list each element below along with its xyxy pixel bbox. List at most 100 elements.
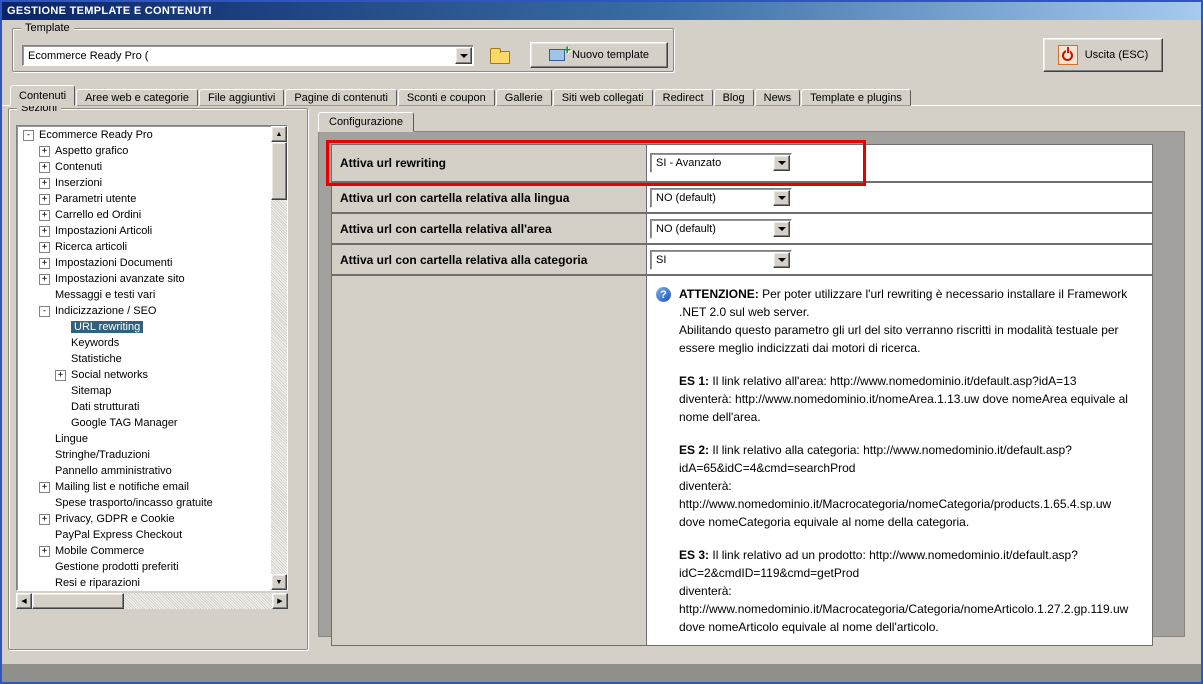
tree-item-social-networks[interactable]: +Social networks (17, 367, 271, 383)
tree-item-label: Spese trasporto/incasso gratuite (55, 497, 213, 509)
tree-item-label: Dati strutturati (71, 401, 139, 413)
tab-contenuti[interactable]: Contenuti (10, 85, 75, 106)
tree-item-spese-trasporto-incasso-gratuite[interactable]: Spese trasporto/incasso gratuite (17, 495, 271, 511)
collapse-icon[interactable]: - (23, 130, 34, 141)
tree-item-pannello-amministrativo[interactable]: Pannello amministrativo (17, 463, 271, 479)
vertical-scroll-thumb[interactable] (271, 142, 287, 200)
scroll-down-icon[interactable]: ▼ (271, 574, 287, 590)
scroll-left-icon[interactable]: ◀ (16, 593, 32, 609)
window-titlebar[interactable]: GESTIONE TEMPLATE E CONTENUTI (2, 2, 1201, 20)
help-row: ? ATTENZIONE: Per poter utilizzare l'url… (332, 276, 1152, 645)
scroll-up-icon[interactable]: ▲ (271, 126, 287, 142)
tree-item-impostazioni-documenti[interactable]: +Impostazioni Documenti (17, 255, 271, 271)
config-row-value-cell: NO (default) (647, 183, 1152, 212)
collapse-icon[interactable]: - (39, 306, 50, 317)
tab-news[interactable]: News (755, 89, 801, 106)
tree-item-label: Stringhe/Traduzioni (55, 449, 150, 461)
new-template-button[interactable]: + Nuovo template (530, 42, 668, 68)
tab-blog[interactable]: Blog (714, 89, 754, 106)
tab-siti-web-collegati[interactable]: Siti web collegati (553, 89, 653, 106)
tree-item-carrello-ed-ordini[interactable]: +Carrello ed Ordini (17, 207, 271, 223)
expand-icon[interactable]: + (39, 546, 50, 557)
config-row-attiva-url-con-cartella-relativa-alla-categoria: Attiva url con cartella relativa alla ca… (332, 245, 1152, 276)
tree-item-google-tag-manager[interactable]: Google TAG Manager (17, 415, 271, 431)
chevron-down-icon[interactable] (455, 47, 472, 64)
tree-item-parametri-utente[interactable]: +Parametri utente (17, 191, 271, 207)
exit-icon (1058, 45, 1078, 65)
expand-icon[interactable]: + (39, 210, 50, 221)
tree-item-ricerca-articoli[interactable]: +Ricerca articoli (17, 239, 271, 255)
dropdown-attiva-url-con-cartella-relativa-all-area[interactable]: NO (default) (650, 219, 792, 239)
tree-item-indicizzazione-seo[interactable]: -Indicizzazione / SEO (17, 303, 271, 319)
tree-item-statistiche[interactable]: Statistiche (17, 351, 271, 367)
tree-vertical-scrollbar[interactable]: ▲ ▼ (271, 126, 287, 590)
tree-item-label: Ecommerce Ready Pro (39, 129, 153, 141)
expand-icon[interactable]: + (39, 258, 50, 269)
expand-icon[interactable]: + (55, 370, 66, 381)
expand-icon[interactable]: + (39, 274, 50, 285)
chevron-down-icon[interactable] (773, 190, 790, 206)
tab-sconti-e-coupon[interactable]: Sconti e coupon (398, 89, 495, 106)
tree-item-resi-e-riparazioni[interactable]: Resi e riparazioni (17, 575, 271, 590)
tab-configurazione[interactable]: Configurazione (318, 112, 414, 132)
tree-item-messaggi-e-testi-vari[interactable]: Messaggi e testi vari (17, 287, 271, 303)
tree-item-dati-strutturati[interactable]: Dati strutturati (17, 399, 271, 415)
template-select[interactable]: Ecommerce Ready Pro ( (22, 45, 474, 66)
vertical-scroll-track[interactable] (271, 142, 287, 574)
tab-redirect[interactable]: Redirect (654, 89, 713, 106)
tab-aree-web-e-categorie[interactable]: Aree web e categorie (76, 89, 198, 106)
scroll-right-icon[interactable]: ▶ (272, 593, 288, 609)
help-paragraph: ES 1: Il link relativo all'area: http://… (679, 372, 1140, 426)
tree-item-contenuti[interactable]: +Contenuti (17, 159, 271, 175)
exit-button[interactable]: Uscita (ESC) (1043, 38, 1163, 72)
tree-item-paypal-express-checkout[interactable]: PayPal Express Checkout (17, 527, 271, 543)
tree-item-mobile-commerce[interactable]: + Mobile Commerce (17, 543, 271, 559)
tab-template-e-plugins[interactable]: Template e plugins (801, 89, 911, 106)
tree-item-inserzioni[interactable]: +Inserzioni (17, 175, 271, 191)
tree-item-label: Lingue (55, 433, 88, 445)
tree-item-label: Google TAG Manager (71, 417, 178, 429)
tree-item-impostazioni-articoli[interactable]: +Impostazioni Articoli (17, 223, 271, 239)
tab-pagine-di-contenuti[interactable]: Pagine di contenuti (285, 89, 397, 106)
tree-item-keywords[interactable]: Keywords (17, 335, 271, 351)
tree-item-aspetto-grafico[interactable]: +Aspetto grafico (17, 143, 271, 159)
tree-item-label: Mailing list e notifiche email (55, 481, 189, 493)
template-group-label: Template (21, 22, 74, 34)
chevron-down-icon[interactable] (773, 252, 790, 268)
tree-item-label: Statistiche (71, 353, 122, 365)
horizontal-scroll-track[interactable] (32, 593, 272, 609)
expand-icon[interactable]: + (39, 178, 50, 189)
chevron-down-icon[interactable] (773, 155, 790, 171)
dropdown-selected-value: NO (default) (651, 192, 772, 204)
expand-icon[interactable]: + (39, 162, 50, 173)
tree-item-stringhe-traduzioni[interactable]: Stringhe/Traduzioni (17, 447, 271, 463)
tab-gallerie[interactable]: Gallerie (496, 89, 552, 106)
tree-item-ecommerce-ready-pro[interactable]: -Ecommerce Ready Pro (17, 127, 271, 143)
tree-item-label: Mobile Commerce (55, 545, 144, 557)
dropdown-attiva-url-con-cartella-relativa-alla-lingua[interactable]: NO (default) (650, 188, 792, 208)
tree-item-gestione-prodotti-preferiti[interactable]: Gestione prodotti preferiti (17, 559, 271, 575)
expand-icon[interactable]: + (39, 194, 50, 205)
expand-icon[interactable]: + (39, 226, 50, 237)
open-template-button[interactable] (486, 42, 514, 68)
tree-item-sitemap[interactable]: Sitemap (17, 383, 271, 399)
folder-icon (490, 51, 510, 64)
tree-horizontal-scrollbar[interactable]: ◀ ▶ (16, 593, 288, 609)
chevron-down-icon[interactable] (773, 221, 790, 237)
config-row-label: Attiva url con cartella relativa all'are… (332, 214, 647, 243)
tab-file-aggiuntivi[interactable]: File aggiuntivi (199, 89, 284, 106)
horizontal-scroll-thumb[interactable] (32, 593, 124, 609)
dropdown-attiva-url-con-cartella-relativa-alla-categoria[interactable]: SI (650, 250, 792, 270)
dropdown-attiva-url-rewriting[interactable]: SI - Avanzato (650, 153, 792, 173)
expand-icon[interactable]: + (39, 146, 50, 157)
expand-icon[interactable]: + (39, 242, 50, 253)
tree-item-url-rewriting[interactable]: URL rewriting (17, 319, 271, 335)
tree-item-label: Indicizzazione / SEO (55, 305, 157, 317)
tree-item-mailing-list-e-notifiche-email[interactable]: + Mailing list e notifiche email (17, 479, 271, 495)
power-icon (1062, 50, 1073, 61)
tree-item-impostazioni-avanzate-sito[interactable]: +Impostazioni avanzate sito (17, 271, 271, 287)
expand-icon[interactable]: + (39, 514, 50, 525)
tree-item-privacy-gdpr-e-cookie[interactable]: +Privacy, GDPR e Cookie (17, 511, 271, 527)
tree-item-lingue[interactable]: Lingue (17, 431, 271, 447)
expand-icon[interactable]: + (39, 482, 50, 493)
